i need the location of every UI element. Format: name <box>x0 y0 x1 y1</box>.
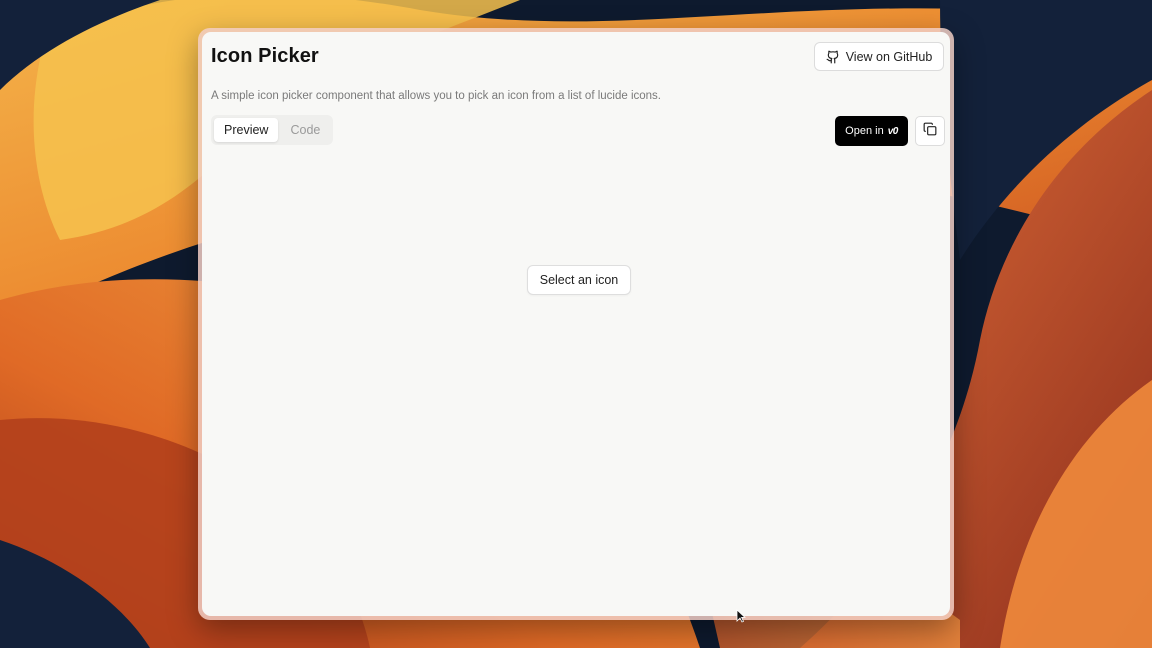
github-icon <box>826 50 840 64</box>
mouse-cursor-icon <box>736 609 746 623</box>
view-tabs: Preview Code <box>211 115 334 145</box>
tab-preview[interactable]: Preview <box>214 118 279 142</box>
copy-icon <box>923 122 937 141</box>
copy-button[interactable] <box>915 116 945 146</box>
v0-logo: v0 <box>887 125 899 137</box>
open-in-v0-button[interactable]: Open in v0 <box>835 116 908 146</box>
select-icon-button[interactable]: Select an icon <box>527 265 631 295</box>
tab-code[interactable]: Code <box>280 118 330 142</box>
app-window: Icon Picker View on GitHub A simple icon… <box>198 28 954 620</box>
open-in-label: Open in <box>845 125 884 137</box>
view-on-github-button[interactable]: View on GitHub <box>814 42 944 71</box>
page-title: Icon Picker <box>211 45 319 67</box>
view-on-github-label: View on GitHub <box>845 49 933 64</box>
component-description: A simple icon picker component that allo… <box>211 90 661 102</box>
component-panel: Icon Picker View on GitHub A simple icon… <box>202 32 950 616</box>
desktop: Icon Picker View on GitHub A simple icon… <box>0 0 1152 648</box>
